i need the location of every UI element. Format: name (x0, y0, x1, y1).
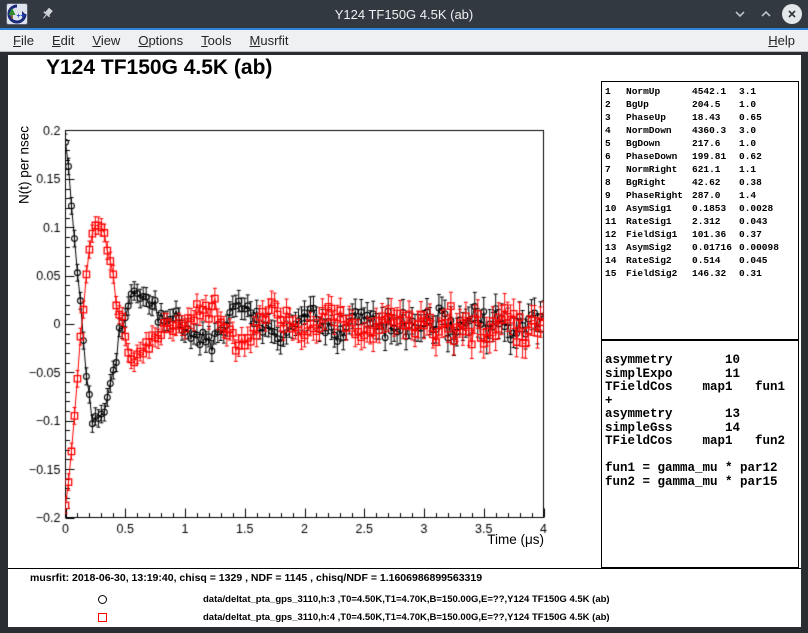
y-axis-title: N(t) per nsec (17, 126, 32, 204)
legend-label: data/deltat_pta_gps_3110,h:3 ,T0=4.50K,T… (203, 593, 610, 607)
window-title: Y124 TF150G 4.5K (ab) (0, 7, 808, 22)
titlebar[interactable]: ++ Y124 TF150G 4.5K (ab) (0, 0, 808, 28)
parameter-row: 12FieldSig1101.360.37 (605, 228, 798, 241)
close-icon (786, 8, 798, 20)
theory-text: asymmetry 10 simplExpo 11 TFieldCos map1… (602, 341, 798, 489)
parameter-row: 15FieldSig2146.320.31 (605, 267, 798, 280)
x-axis-title: Time (μs) (428, 532, 544, 547)
menu-item-musrfit[interactable]: Musrfit (241, 31, 298, 50)
menu-item-view[interactable]: View (83, 31, 129, 50)
parameter-row: 3PhaseUp18.430.65 (605, 111, 798, 124)
legend-entry: data/deltat_pta_gps_3110,h:3 ,T0=4.50K,T… (8, 593, 801, 607)
menu-item-help[interactable]: Help (759, 31, 804, 50)
menu-item-edit[interactable]: Edit (43, 31, 83, 50)
close-button[interactable] (782, 4, 802, 24)
parameter-row: 10AsymSig10.18530.0028 (605, 202, 798, 215)
parameter-row: 5BgDown217.61.0 (605, 137, 798, 150)
app-window: ++ Y124 TF150G 4.5K (ab) (0, 0, 808, 633)
parameter-row: 7NormRight621.11.1 (605, 163, 798, 176)
parameter-row: 11RateSig12.3120.043 (605, 215, 798, 228)
root-canvas: Y124 TF150G 4.5K (ab) N(t) per nsec Time… (8, 55, 801, 627)
menu-item-tools[interactable]: Tools (192, 31, 240, 50)
menu-item-options[interactable]: Options (129, 31, 192, 50)
footer-separator (8, 568, 801, 569)
menu-item-file[interactable]: File (4, 31, 43, 50)
chevron-up-icon (759, 7, 773, 21)
parameter-pad: 1NormUp4542.13.12BgUp204.51.03PhaseUp18.… (601, 81, 799, 340)
minimize-button[interactable] (730, 4, 750, 24)
menu-items: FileEditViewOptionsToolsMusrfit (0, 31, 298, 50)
parameter-row: 4NormDown4360.33.0 (605, 124, 798, 137)
parameter-row: 9PhaseRight287.01.4 (605, 189, 798, 202)
parameter-row: 14RateSig20.5140.045 (605, 254, 798, 267)
parameter-row: 2BgUp204.51.0 (605, 98, 798, 111)
pin-icon[interactable] (40, 7, 54, 21)
plot-title: Y124 TF150G 4.5K (ab) (46, 56, 272, 80)
legend-label: data/deltat_pta_gps_3110,h:4 ,T0=4.50K,T… (203, 611, 610, 625)
legend-circle-marker-icon (98, 595, 107, 604)
parameter-row: 13AsymSig20.017160.00098 (605, 241, 798, 254)
fit-info-line: musrfit: 2018-06-30, 13:19:40, chisq = 1… (30, 572, 482, 584)
legend-square-marker-icon (98, 613, 107, 622)
svg-text:++: ++ (17, 13, 25, 20)
maximize-button[interactable] (756, 4, 776, 24)
menubar: FileEditViewOptionsToolsMusrfit Help (0, 30, 808, 52)
theory-pad: asymmetry 10 simplExpo 11 TFieldCos map1… (601, 340, 799, 568)
parameter-row: 8BgRight42.620.38 (605, 176, 798, 189)
parameter-row: 1NormUp4542.13.1 (605, 85, 798, 98)
legend-entry: data/deltat_pta_gps_3110,h:4 ,T0=4.50K,T… (8, 611, 801, 625)
chevron-down-icon (733, 7, 747, 21)
app-icon[interactable]: ++ (6, 3, 28, 25)
parameter-row: 6PhaseDown199.810.62 (605, 150, 798, 163)
